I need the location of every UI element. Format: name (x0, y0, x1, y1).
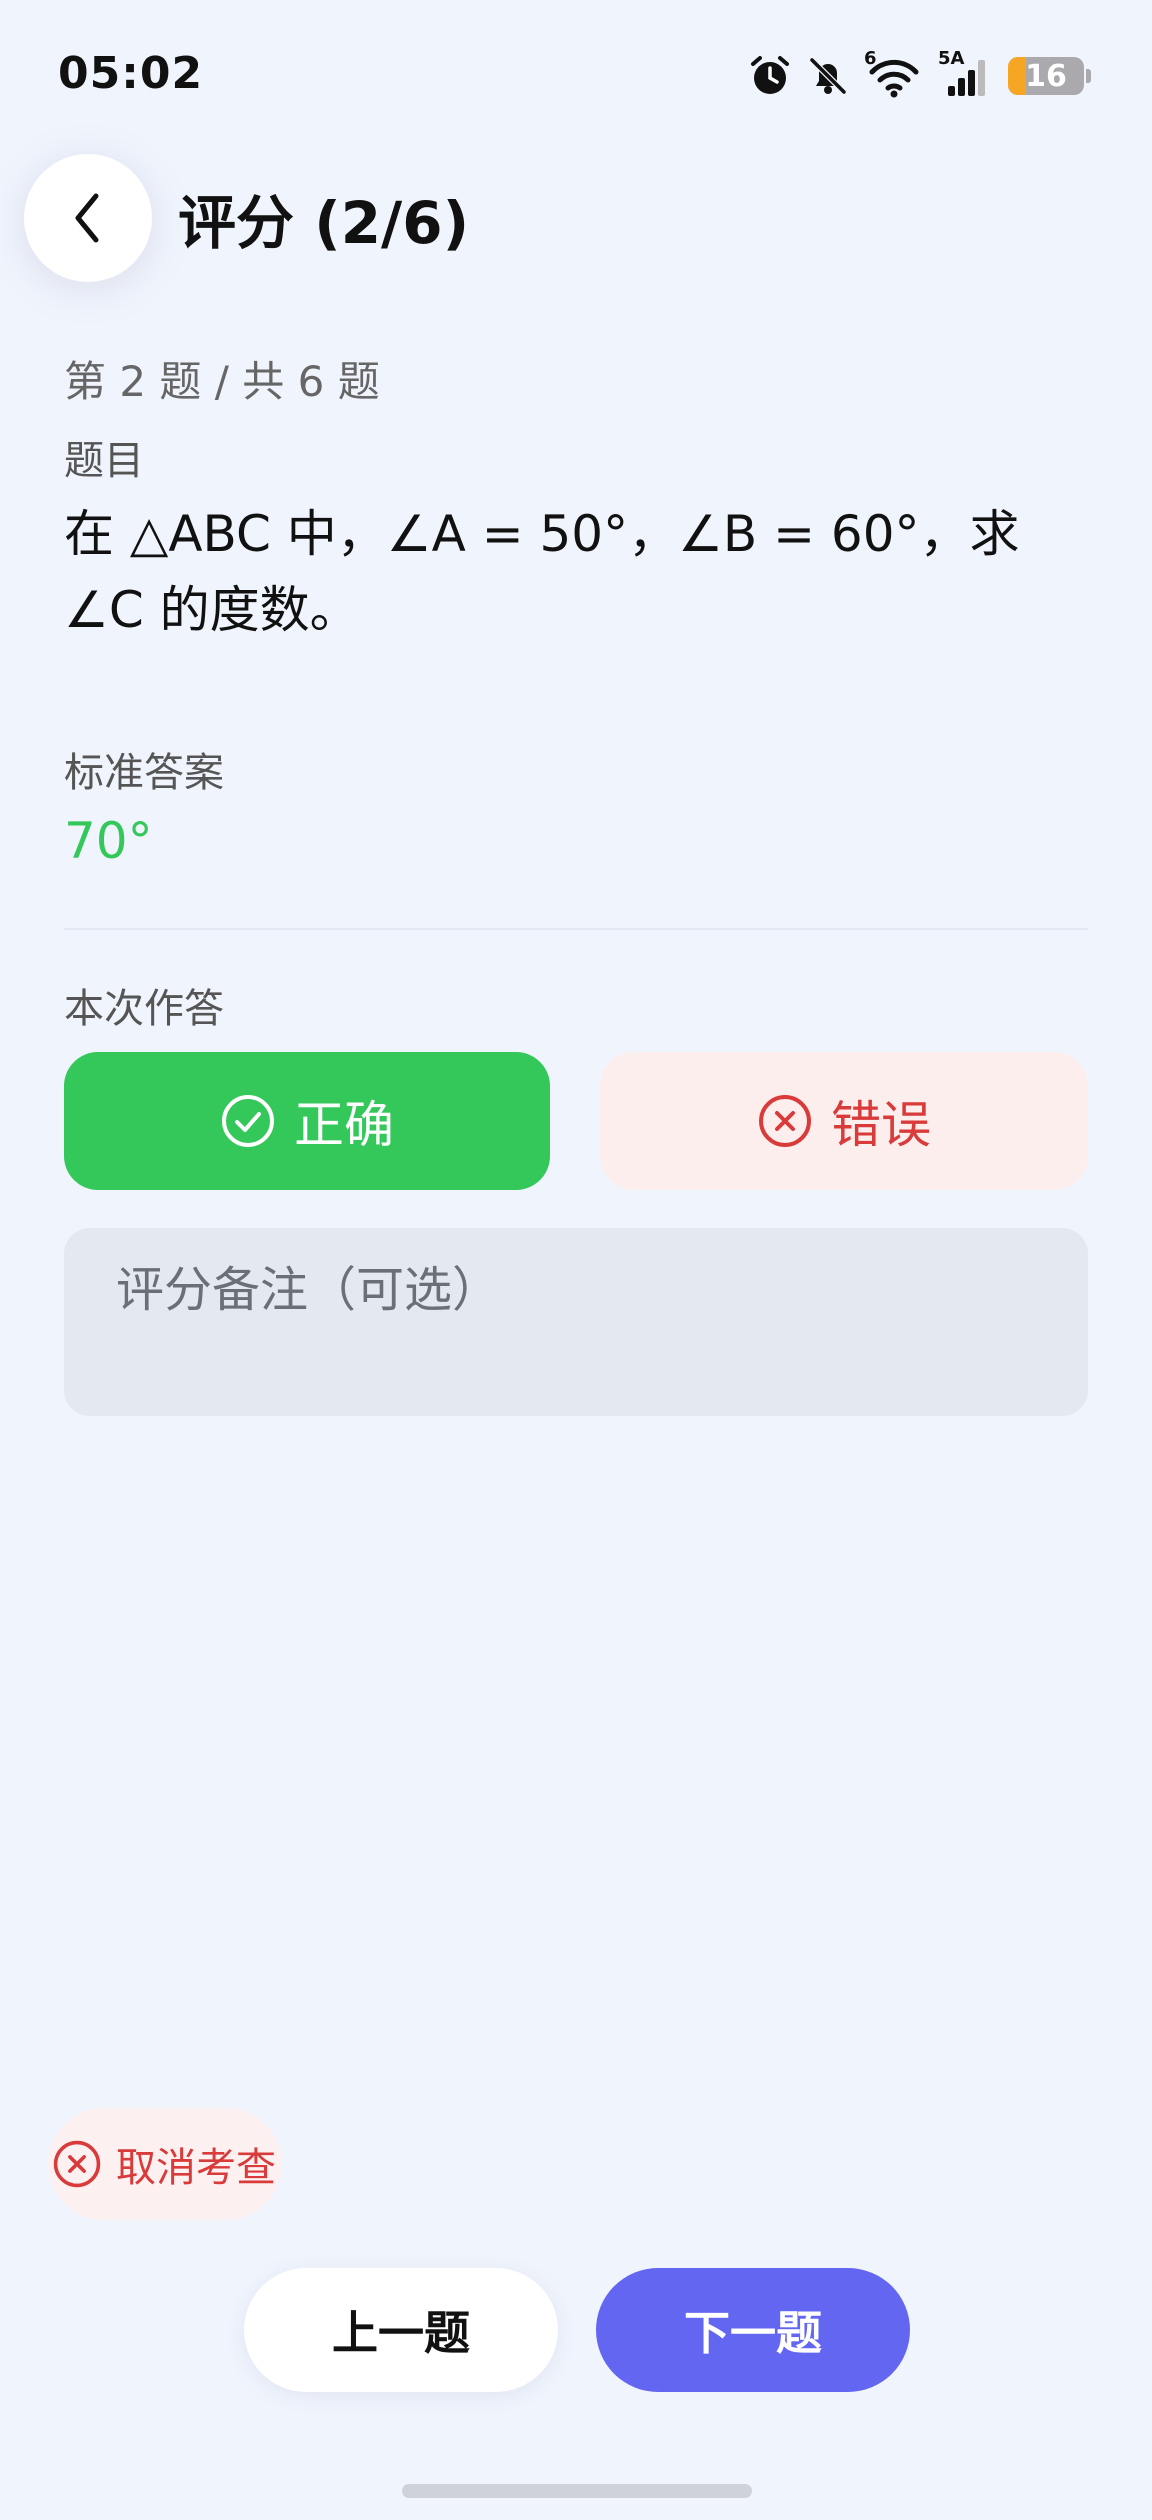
page-title: 评分 (2/6) (178, 189, 470, 257)
wrong-label: 错误 (831, 1096, 931, 1154)
next-question-label: 下一题 (684, 2306, 822, 2360)
cellular-signal-icon: 5A (938, 48, 994, 98)
question-text: 在 △ABC 中，∠A = 50°，∠B = 60°，求 ∠C 的度数。 (64, 505, 1020, 639)
question-progress: 第 2 题 / 共 6 题 (64, 357, 380, 406)
wifi-label: 6 (864, 48, 877, 69)
x-circle-icon (53, 2140, 101, 2188)
next-question-button[interactable]: 下一题 (596, 2268, 910, 2392)
cancel-review-label: 取消考查 (116, 2145, 276, 2191)
alarm-icon (751, 56, 789, 94)
check-circle-icon (222, 1095, 274, 1147)
network-label: 5A (938, 48, 965, 69)
status-icons: 6 5A 16 (748, 48, 1091, 100)
cancel-review-button[interactable]: 取消考查 (48, 2108, 282, 2220)
chevron-left-icon (75, 193, 99, 243)
back-button[interactable] (24, 154, 152, 282)
home-indicator[interactable] (402, 2484, 752, 2498)
standard-answer-label: 标准答案 (64, 750, 224, 796)
wrong-button[interactable]: 错误 (600, 1052, 1088, 1190)
x-circle-icon (759, 1095, 811, 1147)
standard-answer-value: 70° (64, 812, 153, 870)
battery-icon: 16 (1008, 57, 1091, 95)
correct-label: 正确 (294, 1096, 394, 1154)
grading-note-input[interactable]: 评分备注（可选） (64, 1228, 1088, 1416)
status-time: 05:02 (58, 48, 204, 99)
divider (64, 928, 1088, 930)
wifi-icon: 6 (864, 48, 924, 98)
previous-question-button[interactable]: 上一题 (244, 2268, 558, 2392)
question-label: 题目 (64, 438, 144, 484)
silent-bell-icon (809, 57, 847, 95)
attempt-label: 本次作答 (64, 986, 224, 1032)
battery-level: 16 (1025, 58, 1067, 94)
grading-note-placeholder: 评分备注（可选） (116, 1262, 501, 1318)
correct-button[interactable]: 正确 (64, 1052, 550, 1190)
previous-question-label: 上一题 (332, 2306, 470, 2360)
